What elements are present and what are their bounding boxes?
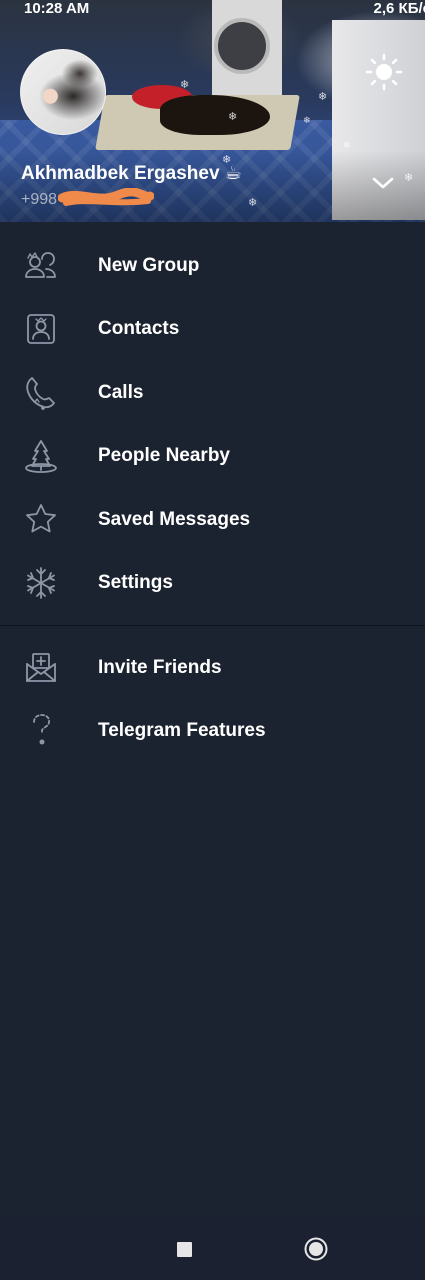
menu-item-calls[interactable]: Calls: [0, 361, 425, 425]
sun-icon[interactable]: [364, 52, 404, 92]
drawer-menu: New Group Contacts Calls People Nearby S…: [0, 234, 425, 763]
header-background-dog: [160, 95, 270, 135]
profile-name: Akhmadbek Ergashev ☕: [21, 163, 242, 184]
menu-item-label: Saved Messages: [98, 508, 251, 530]
snowflake-icon: ❄: [303, 115, 311, 125]
calls-icon: [22, 374, 60, 412]
menu-item-label: Contacts: [98, 318, 180, 340]
menu-item-label: Telegram Features: [98, 720, 266, 742]
settings-icon: [22, 564, 60, 602]
menu-item-telegram-features[interactable]: Telegram Features: [0, 700, 425, 764]
snowflake-icon: ❄: [404, 172, 414, 184]
status-network-speed: 2,6 КБ/с: [373, 0, 425, 17]
menu-item-label: New Group: [98, 254, 200, 276]
circle-icon[interactable]: [304, 1237, 328, 1261]
header-background-machine-door: [214, 18, 270, 74]
phone-redaction-scribble: [57, 187, 155, 208]
menu-item-settings[interactable]: Settings: [0, 552, 425, 616]
menu-item-people-nearby[interactable]: People Nearby: [0, 425, 425, 489]
menu-item-new-group[interactable]: New Group: [0, 234, 425, 298]
status-time: 10:28 AM: [24, 0, 90, 17]
menu-item-label: Settings: [98, 572, 173, 594]
system-nav-bar: [0, 1218, 425, 1280]
header-shade: [0, 150, 425, 222]
contacts-icon: [22, 310, 60, 348]
menu-item-label: People Nearby: [98, 445, 230, 467]
menu-item-label: Calls: [98, 381, 144, 403]
new-group-icon: [22, 247, 60, 285]
telegram-features-icon: [22, 712, 60, 750]
drawer-screen: ❄ ❄ ❄ ❄ ❄ ❄ ❄ ❄ 10:28 AM 2,6 КБ/с Akh: [0, 0, 425, 1280]
menu-item-saved-messages[interactable]: Saved Messages: [0, 488, 425, 552]
square-icon[interactable]: [177, 1242, 192, 1257]
profile-phone: +998: [21, 191, 58, 208]
avatar[interactable]: [20, 49, 106, 135]
people-nearby-icon: [22, 437, 60, 475]
snowflake-icon: ❄: [228, 111, 238, 123]
status-bar: 10:28 AM 2,6 КБ/с: [0, 0, 425, 20]
menu-divider: [0, 625, 425, 626]
menu-item-contacts[interactable]: Contacts: [0, 298, 425, 362]
chevron-down-icon[interactable]: [370, 173, 396, 193]
saved-messages-icon: [22, 501, 60, 539]
menu-item-label: Invite Friends: [98, 656, 222, 678]
invite-friends-icon: [22, 649, 60, 687]
menu-item-invite-friends[interactable]: Invite Friends: [0, 636, 425, 700]
snowflake-icon: ❄: [248, 197, 258, 209]
snowflake-icon: ❄: [318, 91, 328, 103]
snowflake-icon: ❄: [343, 140, 351, 150]
snowflake-icon: ❄: [180, 79, 190, 91]
